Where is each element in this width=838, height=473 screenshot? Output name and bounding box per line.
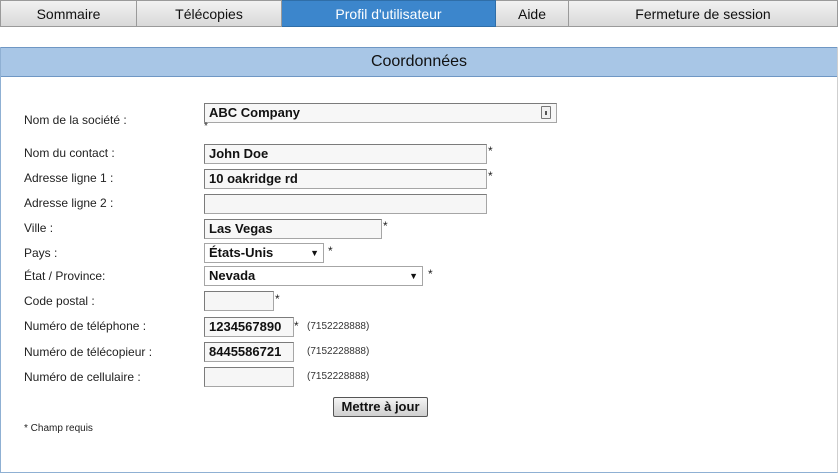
cell-input[interactable] [204, 367, 294, 387]
phone-label: Numéro de téléphone : [24, 319, 147, 333]
postal-required-mark: * [275, 292, 280, 306]
country-required-mark: * [328, 244, 333, 258]
contact-required-mark: * [488, 144, 493, 158]
state-label: État / Province: [24, 269, 106, 283]
tab-sommaire[interactable]: Sommaire [0, 0, 137, 27]
city-input[interactable]: Las Vegas [204, 219, 382, 239]
city-label: Ville : [24, 221, 54, 235]
tab-aide[interactable]: Aide [496, 0, 569, 27]
phone-format-hint: (7152228888) [307, 321, 370, 332]
company-input[interactable]: ABC Company [204, 103, 557, 123]
contact-input[interactable]: John Doe [204, 144, 487, 164]
fax-label: Numéro de télécopieur : [24, 345, 153, 359]
country-label: Pays : [24, 246, 58, 260]
address2-input[interactable] [204, 194, 487, 214]
phone-input[interactable]: 1234567890 [204, 317, 294, 337]
chevron-down-icon: ▼ [409, 271, 418, 281]
address1-required-mark: * [488, 169, 493, 183]
tab-profil-utilisateur[interactable]: Profil d'utilisateur [282, 0, 496, 27]
tab-telecopies[interactable]: Télécopies [137, 0, 282, 27]
lock-icon [541, 106, 551, 119]
address1-input[interactable]: 10 oakridge rd [204, 169, 487, 189]
state-value: Nevada [209, 268, 256, 283]
state-required-mark: * [428, 267, 433, 281]
state-select[interactable]: Nevada ▼ [204, 266, 423, 286]
city-required-mark: * [383, 219, 388, 233]
postal-input[interactable] [204, 291, 274, 311]
required-field-note: * Champ requis [24, 423, 93, 434]
fax-format-hint: (7152228888) [307, 346, 370, 357]
company-value: ABC Company [209, 105, 301, 120]
cell-label: Numéro de cellulaire : [24, 370, 141, 384]
contact-label: Nom du contact : [24, 146, 115, 160]
country-select[interactable]: États-Unis ▼ [204, 243, 324, 263]
chevron-down-icon: ▼ [310, 248, 319, 258]
postal-label: Code postal : [24, 294, 95, 308]
update-button[interactable]: Mettre à jour [333, 397, 428, 417]
country-value: États-Unis [209, 245, 274, 260]
panel-title: Coordonnées [1, 47, 837, 77]
top-nav: Sommaire Télécopies Profil d'utilisateur… [0, 0, 838, 27]
address1-label: Adresse ligne 1 : [24, 171, 114, 185]
fax-input[interactable]: 8445586721 [204, 342, 294, 362]
company-required-mark: * [204, 121, 208, 132]
company-label: Nom de la société : [24, 113, 127, 127]
phone-required-mark: * [294, 319, 299, 333]
cell-format-hint: (7152228888) [307, 371, 370, 382]
tab-fermeture-session[interactable]: Fermeture de session [569, 0, 838, 27]
address2-label: Adresse ligne 2 : [24, 196, 114, 210]
